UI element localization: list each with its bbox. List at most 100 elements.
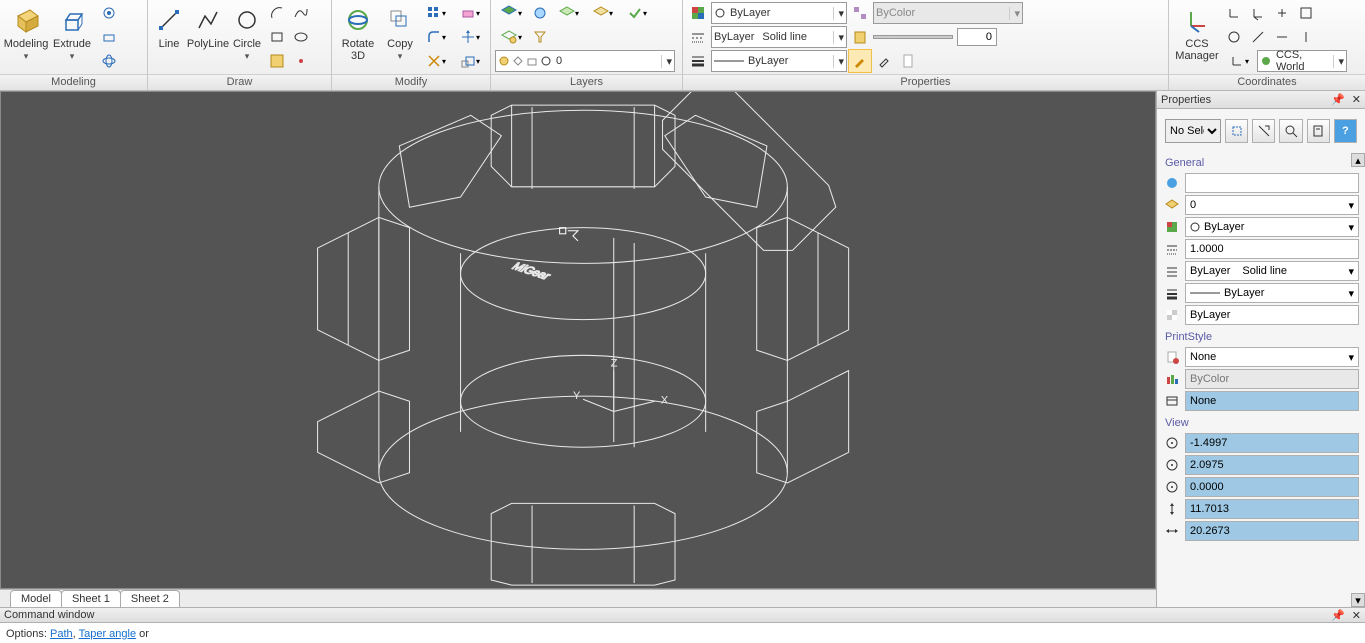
- prop-color-icon[interactable]: [687, 2, 709, 24]
- prop-vw[interactable]: 20.2673: [1185, 521, 1359, 541]
- group-view: View: [1163, 413, 1359, 433]
- prop-linetype-icon[interactable]: [687, 26, 709, 48]
- modify-mini-move[interactable]: ▾: [454, 26, 486, 48]
- modify-mini-trim[interactable]: ▾: [420, 50, 452, 72]
- prop-hyperlink[interactable]: [1185, 173, 1359, 193]
- polyline-button[interactable]: PolyLine: [188, 2, 228, 72]
- linetype-combo[interactable]: ByLayer Solid line ▾: [711, 26, 847, 48]
- layer-manager-button[interactable]: ▾: [495, 2, 527, 24]
- color-combo[interactable]: ByLayer ▾: [711, 2, 847, 24]
- close-icon[interactable]: ✕: [1352, 94, 1361, 106]
- prop-transparency[interactable]: ByLayer: [1185, 305, 1359, 325]
- command-prefix: Options:: [6, 628, 50, 640]
- ucs-mini-5[interactable]: [1223, 26, 1245, 48]
- modify-mini-scale[interactable]: ▾: [454, 50, 486, 72]
- ucs-mini-1[interactable]: [1223, 2, 1245, 24]
- prop-brush-icon[interactable]: [849, 50, 871, 72]
- ptool-help-icon[interactable]: ?: [1334, 119, 1357, 143]
- ptool-quick-icon[interactable]: [1252, 119, 1275, 143]
- ucs-mini-7[interactable]: [1271, 26, 1293, 48]
- mini-tool-3[interactable]: [98, 50, 120, 72]
- selection-combo[interactable]: No Sele: [1165, 119, 1221, 143]
- pin-icon[interactable]: 📌: [1331, 94, 1345, 106]
- line-button[interactable]: Line: [152, 2, 186, 72]
- scroll-up-icon[interactable]: ▴: [1351, 153, 1365, 167]
- prop-match-icon[interactable]: [849, 2, 871, 24]
- draw-mini-point[interactable]: [290, 50, 312, 72]
- prop-linetype[interactable]: ByLayerSolid line▾: [1185, 261, 1359, 281]
- prop-eyedrop-icon[interactable]: [873, 50, 895, 72]
- draw-mini-hatch[interactable]: [266, 50, 288, 72]
- command-link-path[interactable]: Path: [50, 628, 73, 640]
- command-link-taper[interactable]: Taper angle: [79, 628, 137, 640]
- modify-mini-erase[interactable]: ▾: [454, 2, 486, 24]
- ucs-named-button[interactable]: ▾: [1223, 50, 1255, 72]
- prop-vz[interactable]: 0.0000: [1185, 477, 1359, 497]
- mini-tool-2[interactable]: [98, 26, 120, 48]
- rotate3d-button[interactable]: Rotate 3D: [336, 2, 380, 72]
- ccs-world-combo[interactable]: CCS, World ▾: [1257, 50, 1347, 72]
- ptool-zoom-icon[interactable]: [1279, 119, 1302, 143]
- rotate3d-label: Rotate 3D: [342, 38, 374, 62]
- viewport[interactable]: MiGear X Y Z: [0, 91, 1156, 589]
- layer-filter-button[interactable]: [529, 26, 551, 48]
- extrude-button[interactable]: Extrude ▾: [50, 2, 94, 72]
- prop-vx[interactable]: -1.4997: [1185, 433, 1359, 453]
- prop-vy[interactable]: 2.0975: [1185, 455, 1359, 475]
- ps-table-icon: [1163, 392, 1181, 410]
- scale-icon: [1163, 240, 1181, 258]
- command-input[interactable]: Options: Path, Taper angle or: [0, 623, 1365, 643]
- ptool-select-icon[interactable]: [1225, 119, 1248, 143]
- ucs-mini-3[interactable]: [1271, 2, 1293, 24]
- transparency-slider[interactable]: [873, 28, 997, 46]
- ccs-manager-button[interactable]: CCS Manager: [1173, 2, 1221, 72]
- mini-tool-1[interactable]: [98, 2, 120, 24]
- polyline-icon: [192, 4, 224, 36]
- tab-sheet2[interactable]: Sheet 2: [120, 590, 180, 607]
- scroll-down-icon[interactable]: ▾: [1351, 593, 1365, 607]
- layer-state-button[interactable]: ▾: [553, 2, 585, 24]
- draw-mini-arc[interactable]: [266, 2, 288, 24]
- layer-check-button[interactable]: ▾: [621, 2, 653, 24]
- prop-lineweight-icon[interactable]: [687, 50, 709, 72]
- draw-mini-rect[interactable]: [266, 26, 288, 48]
- ucs-mini-2[interactable]: [1247, 2, 1269, 24]
- prop-ps1[interactable]: None▾: [1185, 347, 1359, 367]
- tab-sheet1[interactable]: Sheet 1: [61, 590, 121, 607]
- prop-scale[interactable]: 1.0000: [1185, 239, 1359, 259]
- prop-ps3[interactable]: None: [1185, 391, 1359, 411]
- layer-properties-button[interactable]: ▾: [495, 26, 527, 48]
- layer-combo[interactable]: 0 ▾: [495, 50, 675, 72]
- modify-mini-array[interactable]: ▾: [420, 2, 452, 24]
- ucs-mini-6[interactable]: [1247, 26, 1269, 48]
- prop-doc-icon[interactable]: [897, 50, 919, 72]
- modeling-button[interactable]: Modeling ▾: [4, 2, 48, 72]
- prop-layer[interactable]: 0▾: [1185, 195, 1359, 215]
- panel-title-layers: Layers: [491, 74, 682, 90]
- circle-button[interactable]: Circle ▾: [230, 2, 264, 72]
- prop-vh[interactable]: 11.7013: [1185, 499, 1359, 519]
- copy-button[interactable]: Copy ▾: [382, 2, 418, 72]
- view-h-icon: [1163, 500, 1181, 518]
- tab-model[interactable]: Model: [10, 590, 62, 607]
- rotate3d-icon: [342, 4, 374, 36]
- modify-mini-fillet[interactable]: ▾: [420, 26, 452, 48]
- ps-doc-icon: [1163, 348, 1181, 366]
- draw-mini-spline[interactable]: [290, 2, 312, 24]
- layer-isolate-button[interactable]: ▾: [587, 2, 619, 24]
- ucs-mini-4[interactable]: [1295, 2, 1317, 24]
- bycolor-combo[interactable]: ByColor ▾: [873, 2, 1023, 24]
- transparency-value[interactable]: [957, 28, 997, 46]
- prop-lineweight[interactable]: ByLayer▾: [1185, 283, 1359, 303]
- chevron-down-icon: ▾: [833, 31, 844, 44]
- draw-mini-ellipse[interactable]: [290, 26, 312, 48]
- prop-color[interactable]: ByLayer▾: [1185, 217, 1359, 237]
- close-icon[interactable]: ✕: [1352, 610, 1361, 622]
- pin-icon[interactable]: 📌: [1331, 610, 1345, 622]
- lineweight-combo[interactable]: ByLayer ▾: [711, 50, 847, 72]
- ptool-calc-icon[interactable]: [1307, 119, 1330, 143]
- ucs-mini-8[interactable]: [1295, 26, 1317, 48]
- line-label: Line: [159, 38, 180, 50]
- prop-paste-icon[interactable]: [849, 26, 871, 48]
- layer-freeze-button[interactable]: [529, 2, 551, 24]
